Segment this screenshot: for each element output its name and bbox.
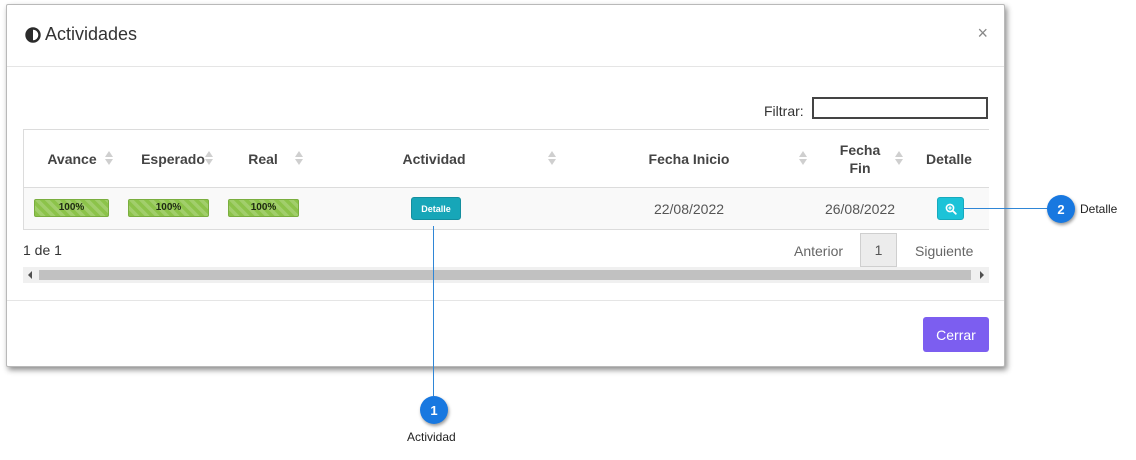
activities-table: Avance Esperado Real Actividad Fecha Ini… xyxy=(23,129,989,230)
progress-label: 100% xyxy=(58,202,85,213)
close-icon[interactable]: × xyxy=(977,23,988,43)
sort-icon[interactable] xyxy=(548,151,556,167)
pagination-page[interactable]: 1 xyxy=(860,233,897,267)
filter-label: Filtrar: xyxy=(764,103,804,119)
column-header-label: Esperado xyxy=(141,151,205,167)
table-row: 100% 100% 100% Detalle 22/08/2022 26/08/… xyxy=(24,188,989,229)
callout-line-detalle xyxy=(963,208,1048,209)
column-header-label: Fecha xyxy=(839,142,881,158)
fecha-fin-cell: 26/08/2022 xyxy=(824,201,896,217)
callout-label-actividad: Actividad xyxy=(407,430,456,444)
table-header: Avance Esperado Real Actividad Fecha Ini… xyxy=(24,130,989,188)
sort-icon[interactable] xyxy=(799,151,807,167)
sort-icon[interactable] xyxy=(895,151,903,167)
activities-modal: Actividades × Filtrar: Avance Esperado R… xyxy=(6,4,1005,367)
callout-badge-2: 2 xyxy=(1047,195,1075,223)
column-header-actividad[interactable]: Actividad xyxy=(314,130,554,188)
pagination-previous[interactable]: Anterior xyxy=(794,243,843,259)
progress-label: 100% xyxy=(155,202,182,213)
column-header-label: Actividad xyxy=(402,151,466,167)
column-header-label: Fecha Inicio xyxy=(648,151,730,167)
half-circle-icon xyxy=(25,27,41,43)
footer-divider xyxy=(7,300,1004,301)
scroll-right-icon[interactable] xyxy=(973,267,989,283)
progress-label: 100% xyxy=(250,202,277,213)
column-header-fecha-fin[interactable]: Fecha Fin xyxy=(819,130,901,188)
callout-label-detalle: Detalle xyxy=(1080,202,1118,216)
column-header-detalle: Detalle xyxy=(914,130,984,188)
sort-icon[interactable] xyxy=(295,151,303,167)
callout-badge-1: 1 xyxy=(420,396,448,424)
detalle-zoom-button[interactable] xyxy=(937,197,964,220)
scrollbar-thumb[interactable] xyxy=(39,270,971,280)
modal-header: Actividades × xyxy=(7,5,1004,67)
table-info: 1 de 1 xyxy=(23,242,62,258)
sort-icon[interactable] xyxy=(205,151,213,167)
modal-title: Actividades xyxy=(45,24,138,44)
column-header-label: Real xyxy=(248,151,278,167)
pagination-next[interactable]: Siguiente xyxy=(915,243,973,259)
horizontal-scrollbar[interactable] xyxy=(23,267,989,283)
real-progress-bar: 100% xyxy=(228,199,299,217)
column-header-fecha-inicio[interactable]: Fecha Inicio xyxy=(569,130,809,188)
filter-input[interactable] xyxy=(812,97,988,119)
actividad-detalle-button[interactable]: Detalle xyxy=(411,197,461,220)
cerrar-button[interactable]: Cerrar xyxy=(923,317,989,352)
callout-line-actividad xyxy=(433,226,434,396)
column-header-real[interactable]: Real xyxy=(224,130,302,188)
esperado-progress-bar: 100% xyxy=(128,199,209,217)
fecha-inicio-cell: 22/08/2022 xyxy=(653,201,725,217)
sort-icon[interactable] xyxy=(105,151,113,167)
avance-progress-bar: 100% xyxy=(34,199,109,217)
column-header-label: Avance xyxy=(47,151,97,167)
zoom-in-icon xyxy=(945,203,957,215)
column-header-label: Fin xyxy=(849,160,871,176)
scroll-left-icon[interactable] xyxy=(23,267,39,283)
column-header-label: Detalle xyxy=(926,151,972,167)
